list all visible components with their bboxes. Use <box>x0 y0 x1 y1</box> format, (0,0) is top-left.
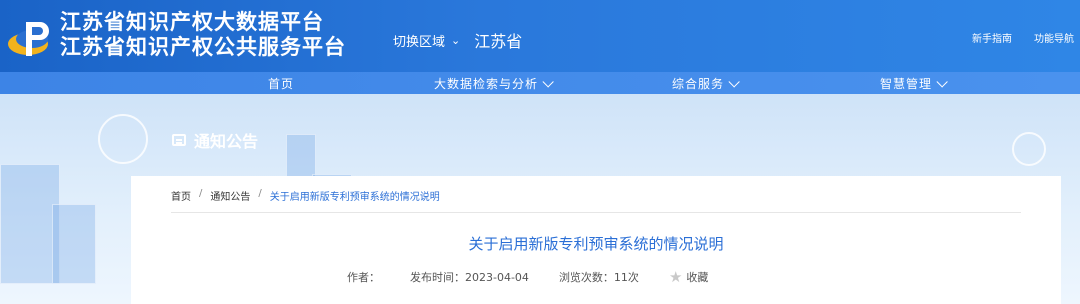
breadcrumb: 首页 / 通知公告 / 关于启用新版专利预审系统的情况说明 <box>171 188 440 203</box>
article-card: 首页 / 通知公告 / 关于启用新版专利预审系统的情况说明 关于启用新版专利预审… <box>131 176 1061 304</box>
breadcrumb-home[interactable]: 首页 <box>171 188 191 203</box>
chevron-down-icon[interactable] <box>728 75 740 88</box>
nav-manage-label[interactable]: 智慧管理 <box>880 75 932 92</box>
region-label[interactable]: 切换区域 <box>393 31 445 50</box>
ring-decoration <box>1012 132 1046 166</box>
section-title-text: 通知公告 <box>194 132 259 151</box>
main-nav: 首页 大数据检索与分析 综合服务 智慧管理 <box>0 72 1080 94</box>
site-title-secondary: 江苏省知识产权公共服务平台 <box>60 35 346 59</box>
breadcrumb-separator: / <box>258 188 262 199</box>
nav-service-label[interactable]: 综合服务 <box>672 75 724 92</box>
ring-decoration <box>98 114 148 164</box>
nav-bigdata-label[interactable]: 大数据检索与分析 <box>434 75 538 92</box>
breadcrumb-current: 关于启用新版专利预审系统的情况说明 <box>269 192 440 203</box>
top-links: 新手指南 功能导航 <box>972 30 1074 45</box>
logo-icon[interactable] <box>6 14 56 62</box>
newbie-guide-link[interactable]: 新手指南 <box>972 30 1012 45</box>
chevron-down-icon[interactable]: ⌄ <box>451 34 460 47</box>
divider <box>171 212 1021 213</box>
article-title: 关于启用新版专利预审系统的情况说明 <box>468 235 724 253</box>
function-nav-link[interactable]: 功能导航 <box>1034 30 1074 45</box>
top-header: 江苏省知识产权大数据平台 江苏省知识产权公共服务平台 切换区域 ⌄ 江苏省 新手… <box>0 0 1080 72</box>
site-title-primary: 江苏省知识产权大数据平台 <box>60 10 324 34</box>
nav-manage[interactable]: 智慧管理 <box>880 75 948 92</box>
chevron-down-icon[interactable] <box>542 75 554 88</box>
nav-home-label[interactable]: 首页 <box>268 75 294 92</box>
site-titles: 江苏省知识产权大数据平台 江苏省知识产权公共服务平台 <box>60 10 346 60</box>
notice-board-icon <box>172 134 186 146</box>
article-meta: 作者： 发布时间：2023-04-04 浏览次数：11次 ★ 收藏 <box>347 268 738 286</box>
city-decoration <box>0 164 60 284</box>
view-count: 浏览次数：11次 <box>558 271 639 284</box>
nav-service[interactable]: 综合服务 <box>672 75 740 92</box>
publish-date: 发布时间：2023-04-04 <box>410 271 529 284</box>
breadcrumb-notice[interactable]: 通知公告 <box>210 188 250 203</box>
chevron-down-icon[interactable] <box>936 75 948 88</box>
nav-bigdata[interactable]: 大数据检索与分析 <box>434 75 554 92</box>
section-title: 通知公告 <box>172 128 258 152</box>
breadcrumb-separator: / <box>199 188 203 199</box>
nav-home[interactable]: 首页 <box>268 75 294 92</box>
favorite-button[interactable]: 收藏 <box>686 269 708 285</box>
star-icon[interactable]: ★ <box>669 268 682 286</box>
region-switcher[interactable]: 切换区域 ⌄ 江苏省 <box>393 28 522 52</box>
region-value: 江苏省 <box>474 32 523 51</box>
city-decoration <box>52 204 96 284</box>
author-label: 作者： <box>347 271 380 284</box>
